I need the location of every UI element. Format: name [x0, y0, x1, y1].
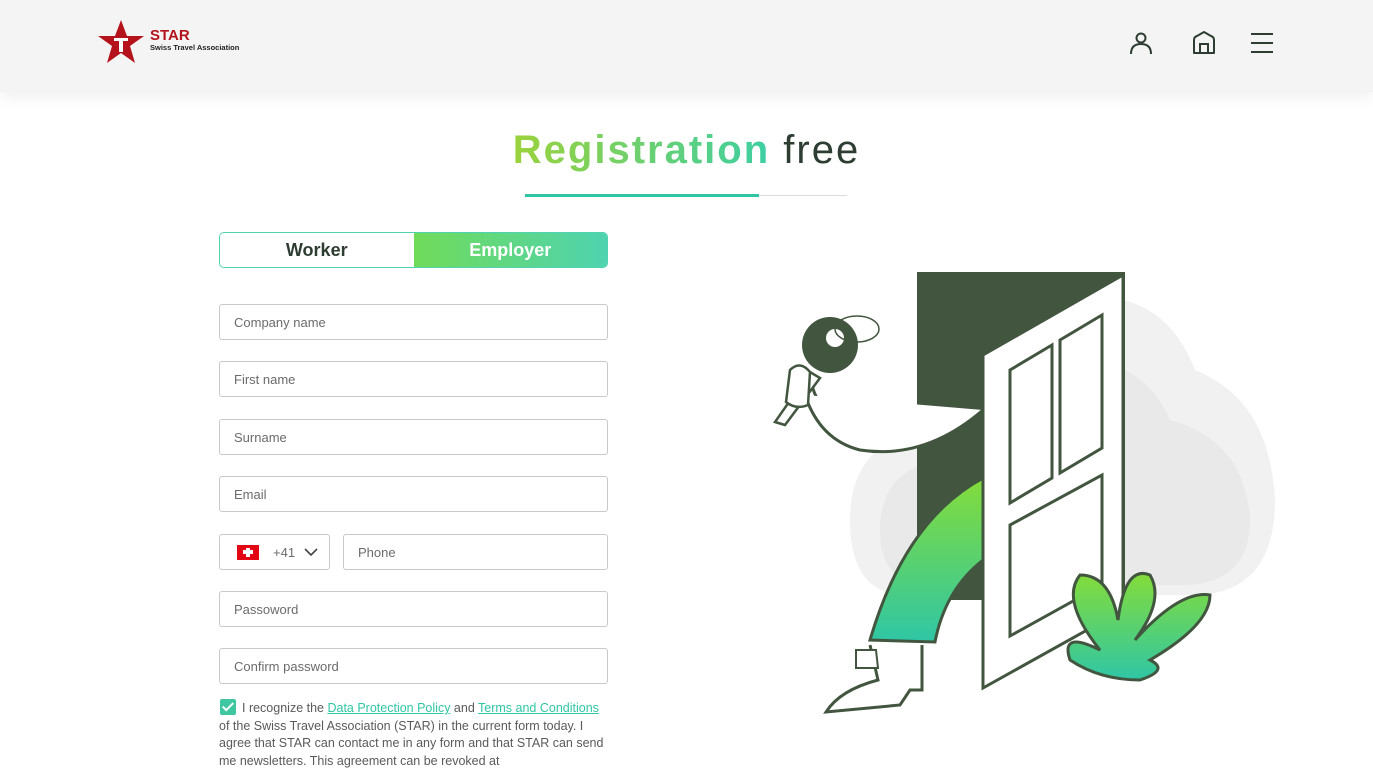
first-name-input[interactable]: [219, 361, 608, 397]
logo-subtitle: Swiss Travel Association: [150, 43, 240, 52]
company-name-input[interactable]: [219, 304, 608, 340]
phone-input[interactable]: [343, 534, 608, 570]
logo-title: STAR: [150, 27, 190, 44]
home-icon[interactable]: [1189, 28, 1219, 58]
user-icon[interactable]: [1126, 28, 1156, 58]
email-input[interactable]: [219, 476, 608, 512]
page-title: Registration free: [0, 128, 1373, 173]
page-title-strong: Registration: [512, 128, 771, 172]
logo[interactable]: STAR Swiss Travel Association: [96, 18, 239, 68]
toggle-employer[interactable]: Employer: [413, 233, 607, 267]
consent-text-2: and: [450, 701, 479, 715]
role-toggle: Worker Employer: [219, 232, 608, 268]
top-header: STAR Swiss Travel Association: [0, 0, 1373, 92]
consent-text: I recognize the Data Protection Policy a…: [219, 699, 611, 770]
star-logo-icon: [98, 20, 144, 63]
door-illustration: [772, 272, 1275, 714]
title-divider-accent: [525, 194, 759, 197]
country-code-select[interactable]: +41: [219, 534, 330, 570]
page-title-rest: free: [783, 128, 861, 172]
swiss-flag-icon: [237, 544, 259, 560]
consent-text-3: of the Swiss Travel Association (STAR) i…: [219, 718, 604, 768]
terms-link[interactable]: Terms and Conditions: [478, 701, 599, 715]
data-protection-link[interactable]: Data Protection Policy: [327, 701, 450, 715]
consent-checkbox[interactable]: [220, 699, 236, 715]
confirm-password-input[interactable]: [219, 648, 608, 684]
menu-icon[interactable]: [1247, 28, 1277, 58]
surname-input[interactable]: [219, 419, 608, 455]
chevron-down-icon: [304, 548, 318, 557]
country-code-value: +41: [273, 544, 296, 560]
toggle-worker[interactable]: Worker: [220, 233, 414, 267]
consent-text-1: I recognize the: [242, 701, 328, 715]
password-input[interactable]: [219, 591, 608, 627]
logo-text: STAR Swiss Travel Association: [150, 28, 239, 52]
